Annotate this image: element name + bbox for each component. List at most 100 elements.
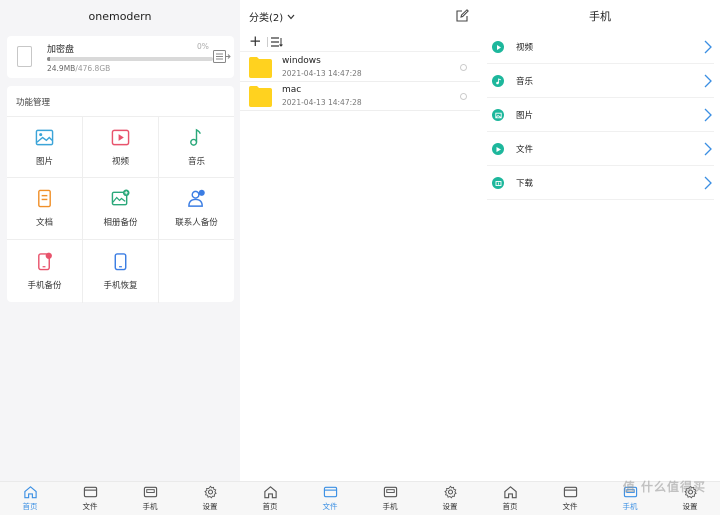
- document-icon: [38, 189, 51, 208]
- func-phone-backup[interactable]: 手机备份: [7, 240, 83, 303]
- func-documents[interactable]: 文档: [7, 178, 83, 240]
- file-row[interactable]: mac 2021-04-13 14:47:28: [240, 82, 480, 111]
- file-toolbar: +: [240, 32, 480, 52]
- select-checkbox[interactable]: [460, 64, 467, 71]
- category-dropdown[interactable]: 分类(2): [249, 9, 295, 24]
- nav-label: 手机: [622, 502, 638, 511]
- func-label: 视频: [111, 156, 129, 167]
- disk-icon: [17, 46, 32, 67]
- media-row-music[interactable]: 音乐: [487, 64, 714, 98]
- media-row-images[interactable]: 图片: [487, 98, 714, 132]
- media-label: 文件: [516, 145, 534, 155]
- nav-files[interactable]: 文件: [300, 482, 360, 515]
- nav-label: 设置: [442, 502, 458, 511]
- bottom-nav: 首页 文件 手机 设置: [240, 481, 480, 515]
- download-icon: [492, 177, 504, 189]
- folder-icon: [323, 486, 337, 498]
- phone-restore-icon: [114, 253, 127, 271]
- chevron-right-icon: [704, 74, 712, 88]
- watermark: 值 什么值得买: [622, 480, 706, 494]
- func-album-backup[interactable]: 相册备份: [83, 178, 159, 240]
- nav-label: 首页: [22, 502, 38, 511]
- image-icon: [35, 129, 54, 145]
- nav-phone[interactable]: 手机: [360, 482, 420, 515]
- category-title: 分类(2): [249, 13, 284, 24]
- page-title: onemodern: [0, 0, 240, 32]
- disk-name: 加密盘: [47, 45, 75, 55]
- sort-icon[interactable]: [270, 36, 283, 47]
- file-date: 2021-04-13 14:47:28: [282, 98, 362, 107]
- file-row[interactable]: windows 2021-04-13 14:47:28: [240, 53, 480, 82]
- media-label: 视频: [516, 43, 534, 53]
- disk-progress-bar: [47, 57, 213, 61]
- video-icon: [492, 41, 504, 53]
- nav-home[interactable]: 首页: [240, 482, 300, 515]
- music-icon: [190, 128, 201, 146]
- disk-percent: 0%: [197, 42, 209, 51]
- file-date: 2021-04-13 14:47:28: [282, 69, 362, 78]
- home-icon: [503, 486, 517, 499]
- nav-settings[interactable]: 设置: [180, 482, 240, 515]
- home-panel: onemodern 加密盘 0% 24.9MB/476.8GB 功能管理 图片 …: [0, 0, 240, 515]
- folder-icon: [249, 57, 272, 78]
- nav-files[interactable]: 文件: [60, 482, 120, 515]
- video-icon: [111, 129, 130, 145]
- bottom-nav: 首页 文件 手机 设置: [0, 481, 240, 515]
- func-music[interactable]: 音乐: [159, 117, 234, 178]
- func-label: 手机备份: [27, 281, 62, 291]
- nav-home[interactable]: 首页: [0, 482, 60, 515]
- disk-total: /476.8GB: [75, 64, 111, 73]
- files-panel: 分类(2) + windows 2021-04-13 14:47:28 mac …: [240, 0, 480, 515]
- func-videos[interactable]: 视频: [83, 117, 159, 178]
- contacts-backup-icon: [188, 189, 205, 207]
- nav-label: 设置: [202, 502, 218, 511]
- func-label: 手机恢复: [103, 281, 138, 291]
- phone-panel: 手机 视频 音乐 图片 文件 下载 首页 文件 手机 设置 值 什么值得买: [480, 0, 720, 515]
- media-label: 下载: [516, 179, 534, 189]
- func-label: 图片: [35, 156, 53, 167]
- func-label: 文档: [35, 218, 53, 228]
- nav-label: 首页: [502, 502, 518, 511]
- media-row-files[interactable]: 文件: [487, 132, 714, 166]
- chevron-right-icon: [704, 176, 712, 190]
- nav-files[interactable]: 文件: [540, 482, 600, 515]
- nav-label: 手机: [382, 502, 398, 511]
- func-images[interactable]: 图片: [7, 117, 83, 178]
- nav-settings[interactable]: 设置: [420, 482, 480, 515]
- encrypted-disk-card[interactable]: 加密盘 0% 24.9MB/476.8GB: [7, 36, 234, 78]
- func-contacts-backup[interactable]: 联系人备份: [159, 178, 234, 240]
- nav-home[interactable]: 首页: [480, 482, 540, 515]
- edit-icon[interactable]: [456, 9, 469, 22]
- function-title: 功能管理: [16, 98, 51, 108]
- media-row-video[interactable]: 视频: [487, 30, 714, 64]
- media-row-downloads[interactable]: 下载: [487, 166, 714, 200]
- disk-export-icon[interactable]: [213, 50, 231, 63]
- func-phone-restore[interactable]: 手机恢复: [83, 240, 159, 303]
- folder-icon: [563, 486, 577, 498]
- nav-label: 首页: [262, 502, 278, 511]
- gear-icon: [203, 485, 217, 499]
- chevron-right-icon: [704, 40, 712, 54]
- file-name: windows: [282, 56, 321, 66]
- home-icon: [263, 486, 277, 499]
- nav-label: 文件: [82, 502, 98, 511]
- folder-icon: [249, 86, 272, 107]
- select-checkbox[interactable]: [460, 93, 467, 100]
- music-icon: [492, 75, 504, 87]
- image-icon: [492, 109, 504, 121]
- nav-label: 文件: [322, 502, 338, 511]
- media-label: 音乐: [516, 77, 534, 87]
- album-backup-icon: [111, 189, 130, 206]
- phone-icon: [143, 486, 157, 498]
- nav-phone[interactable]: 手机: [120, 482, 180, 515]
- disk-usage: 24.9MB/476.8GB: [47, 64, 110, 73]
- func-label: 音乐: [187, 156, 205, 167]
- chevron-right-icon: [704, 108, 712, 122]
- folder-icon: [83, 486, 97, 498]
- phone-icon: [383, 486, 397, 498]
- media-label: 图片: [516, 111, 534, 121]
- chevron-right-icon: [704, 142, 712, 156]
- nav-label: 手机: [142, 502, 158, 511]
- gear-icon: [443, 485, 457, 499]
- add-icon[interactable]: +: [249, 34, 262, 49]
